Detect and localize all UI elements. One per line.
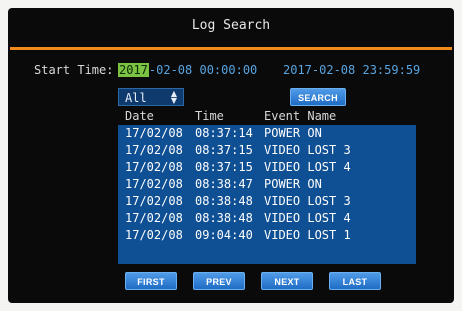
column-header-time: Time: [195, 109, 224, 123]
log-date: 17/02/08: [125, 126, 183, 140]
column-header-date: Date: [125, 109, 154, 123]
last-page-button[interactable]: LAST: [329, 272, 381, 290]
log-time: 08:37:15: [195, 160, 253, 174]
event-type-select[interactable]: All ▲ ▼: [118, 88, 184, 106]
log-event: POWER ON: [264, 177, 322, 191]
start-time-label: Start Time:: [34, 63, 114, 77]
end-time-field[interactable]: 2017-02-08 23:59:59: [283, 62, 420, 78]
log-event: VIDEO LOST 3: [264, 194, 351, 208]
log-list[interactable]: 17/02/08 08:37:14 POWER ON 17/02/08 08:37:1…: [118, 125, 416, 264]
log-date: 17/02/08: [125, 177, 183, 191]
log-date: 17/02/08: [125, 143, 183, 157]
log-event: VIDEO LOST 3: [264, 143, 351, 157]
first-page-button[interactable]: FIRST: [125, 272, 177, 290]
log-row[interactable]: 17/02/08 08:38:48 VIDEO LOST 4: [118, 210, 416, 227]
next-page-button[interactable]: NEXT: [261, 272, 313, 290]
start-time-rest[interactable]: -02-08 00:00:00: [149, 63, 257, 77]
event-type-value: All: [125, 91, 147, 105]
log-row[interactable]: 17/02/08 09:04:40 VIDEO LOST 1: [118, 227, 416, 244]
log-row[interactable]: 17/02/08 08:37:15 VIDEO LOST 4: [118, 159, 416, 176]
log-row[interactable]: 17/02/08 08:38:47 POWER ON: [118, 176, 416, 193]
start-time-year-selected[interactable]: 2017: [118, 63, 149, 77]
up-down-arrows-icon[interactable]: ▲ ▼: [169, 90, 179, 105]
log-row[interactable]: 17/02/08 08:38:48 VIDEO LOST 3: [118, 193, 416, 210]
title-divider: [10, 47, 452, 50]
column-header-event-name: Event Name: [264, 109, 337, 123]
log-row[interactable]: 17/02/08 08:37:15 VIDEO LOST 3: [118, 142, 416, 159]
log-time: 09:04:40: [195, 228, 253, 242]
log-event: VIDEO LOST 1: [264, 228, 351, 242]
log-time: 08:37:15: [195, 143, 253, 157]
log-time: 08:38:47: [195, 177, 253, 191]
log-event: POWER ON: [264, 126, 322, 140]
dvr-screen: Log Search Start Time: 2017-02-08 00:00:…: [8, 8, 454, 303]
log-time: 08:38:48: [195, 194, 253, 208]
log-date: 17/02/08: [125, 160, 183, 174]
log-date: 17/02/08: [125, 211, 183, 225]
page-title: Log Search: [191, 18, 271, 33]
start-time-field[interactable]: 2017-02-08 00:00:00: [118, 62, 257, 78]
log-event: VIDEO LOST 4: [264, 160, 351, 174]
log-row[interactable]: 17/02/08 08:37:14 POWER ON: [118, 125, 416, 142]
log-time: 08:38:48: [195, 211, 253, 225]
log-date: 17/02/08: [125, 228, 183, 242]
prev-page-button[interactable]: PREV: [193, 272, 245, 290]
log-date: 17/02/08: [125, 194, 183, 208]
search-button[interactable]: SEARCH: [290, 88, 346, 106]
log-time: 08:37:14: [195, 126, 253, 140]
log-event: VIDEO LOST 4: [264, 211, 351, 225]
